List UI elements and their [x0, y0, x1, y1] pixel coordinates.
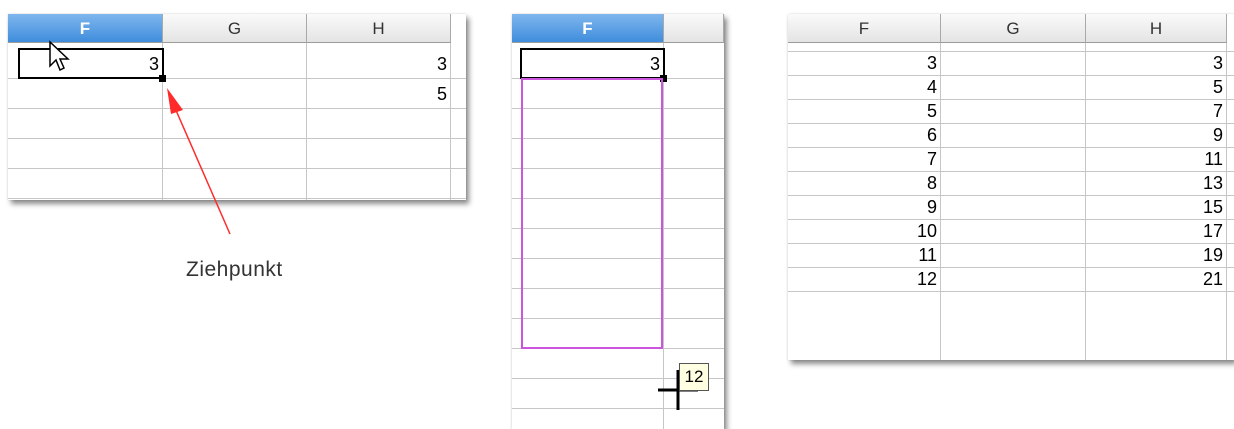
cell-g7[interactable]: [941, 192, 1086, 216]
column-header-g[interactable]: [664, 14, 724, 43]
cell-g8[interactable]: [941, 216, 1086, 240]
spreadsheet-after-fill: F G H 3 3 4 5 5 7 6 9 7 11 8 13 9 15 10 17 11 19 12 21: [788, 14, 1234, 360]
cell-h5[interactable]: 11: [1086, 144, 1227, 169]
cell-h1[interactable]: 3: [307, 49, 451, 78]
cell-h6[interactable]: 13: [1086, 168, 1227, 193]
spreadsheet-dragging: F 3 12: [512, 14, 724, 429]
cell-f8[interactable]: 10: [788, 216, 941, 241]
cell-f3[interactable]: 5: [788, 96, 941, 121]
column-header-g[interactable]: G: [163, 14, 307, 43]
cell-f4[interactable]: 6: [788, 120, 941, 145]
cell-f2[interactable]: 4: [788, 72, 941, 97]
mouse-pointer-icon: [49, 40, 70, 72]
cell-f9[interactable]: 11: [788, 240, 941, 265]
active-cell-cursor: [520, 48, 665, 79]
cell-h2[interactable]: 5: [307, 79, 451, 108]
cell-h9[interactable]: 19: [1086, 240, 1227, 265]
cell-g5[interactable]: [941, 144, 1086, 168]
cell-f10[interactable]: 12: [788, 264, 941, 289]
column-header-f[interactable]: F: [788, 14, 941, 43]
cell-h8[interactable]: 17: [1086, 216, 1227, 241]
cell-h10[interactable]: 21: [1086, 264, 1227, 289]
cell-f6[interactable]: 8: [788, 168, 941, 193]
cell-h7[interactable]: 15: [1086, 192, 1227, 217]
fill-handle-caption: Ziehpunkt: [186, 258, 283, 281]
column-header-f[interactable]: F: [512, 14, 664, 43]
cell-f5[interactable]: 7: [788, 144, 941, 169]
row-gridline: [788, 51, 1234, 52]
cell-g3[interactable]: [941, 96, 1086, 120]
row-gridline: [788, 291, 1234, 292]
column-header-h[interactable]: H: [307, 14, 451, 43]
active-cell-cursor: [18, 48, 164, 79]
cell-f7[interactable]: 9: [788, 192, 941, 217]
column-header-h[interactable]: H: [1086, 14, 1227, 43]
cell-g10[interactable]: [941, 264, 1086, 288]
cell-g4[interactable]: [941, 120, 1086, 144]
cell-g6[interactable]: [941, 168, 1086, 192]
cell-h3[interactable]: 7: [1086, 96, 1227, 121]
column-header-g[interactable]: G: [941, 14, 1086, 43]
column-header-f[interactable]: F: [8, 14, 163, 43]
autofill-range-outline: [521, 78, 663, 349]
arrow-to-fill-handle: [167, 88, 231, 235]
cell-h2[interactable]: 5: [1086, 72, 1227, 97]
cell-h4[interactable]: 9: [1086, 120, 1227, 145]
cell-g2[interactable]: [941, 72, 1086, 96]
autofill-value-tooltip: 12: [679, 363, 709, 391]
cell-g9[interactable]: [941, 240, 1086, 264]
